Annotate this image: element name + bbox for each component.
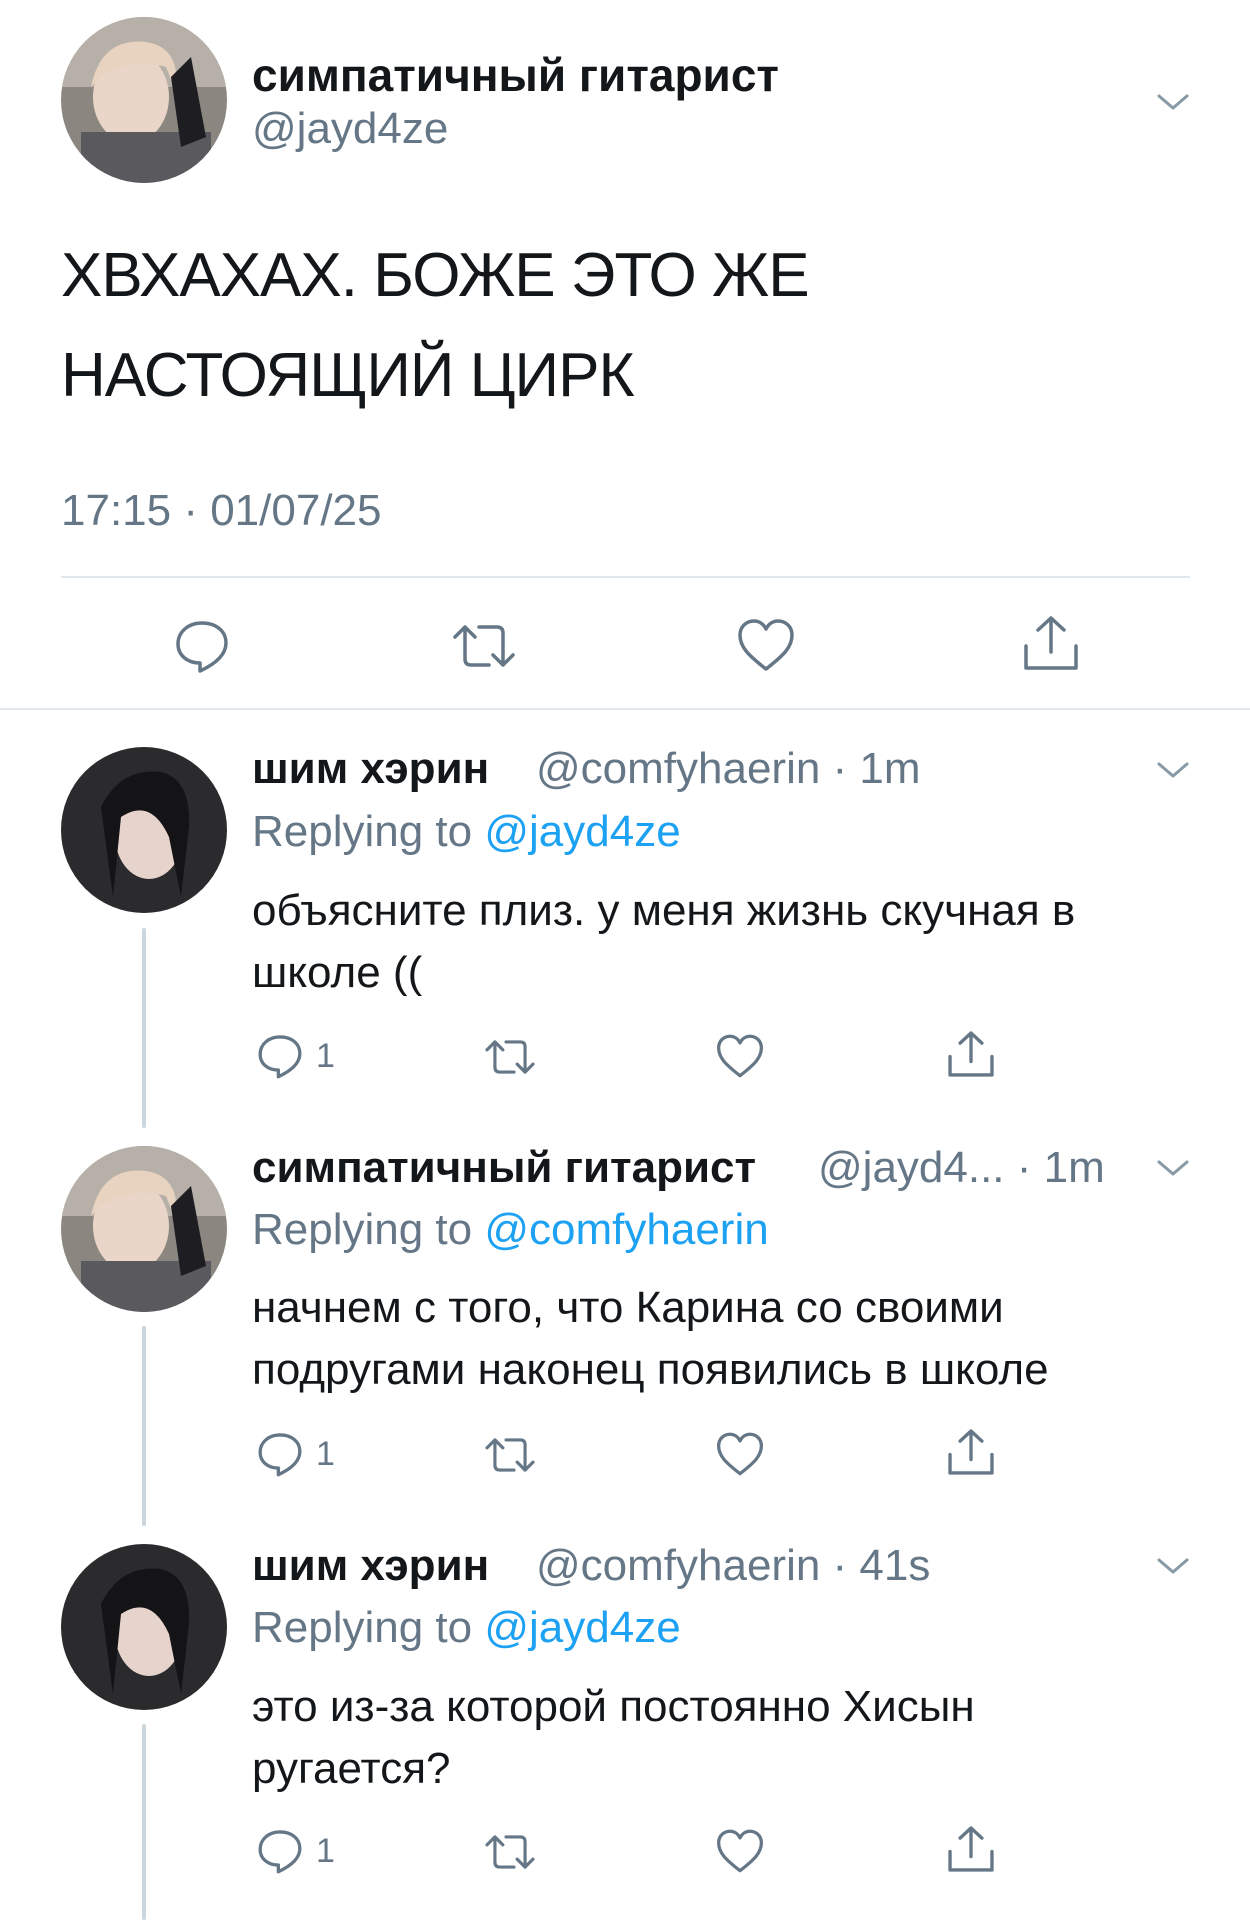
reply-1-replying-to: Replying to @jayd4ze <box>252 807 681 857</box>
reply-1-display-name[interactable]: шим хэрин <box>252 744 489 794</box>
retweet-icon[interactable] <box>451 617 517 675</box>
replying-to-label: Replying to <box>252 1603 485 1652</box>
replying-to-label: Replying to <box>252 1205 485 1254</box>
like-icon[interactable] <box>715 1033 765 1079</box>
share-icon[interactable] <box>945 1426 997 1478</box>
reply-3-reply-count: 1 <box>316 1832 335 1870</box>
section-divider <box>0 708 1250 710</box>
chevron-down-icon[interactable] <box>1153 1546 1193 1586</box>
reply-1-handle-time[interactable]: @comfyhaerin · 1m <box>536 744 921 794</box>
reply-2-text-line1: начнем с того, что Карина со своими <box>252 1283 1004 1332</box>
reply-1-text-line2: школе (( <box>252 948 423 997</box>
chevron-down-icon[interactable] <box>1153 750 1193 790</box>
reply-2-reply-count: 1 <box>316 1435 335 1473</box>
reply-2-handle-time[interactable]: @jayd4... · 1m <box>818 1143 1105 1193</box>
reply-3-display-name[interactable]: шим хэрин <box>252 1541 489 1591</box>
reply-2-display-name[interactable]: симпатичный гитарист <box>252 1143 756 1193</box>
reply-3-text-line2: ругается? <box>252 1744 451 1793</box>
like-icon[interactable] <box>736 617 796 673</box>
reply-3-replying-to: Replying to @jayd4ze <box>252 1603 681 1653</box>
reply-icon[interactable] <box>173 617 231 675</box>
chevron-down-icon[interactable] <box>1153 82 1193 122</box>
avatar-reply-2[interactable] <box>61 1146 227 1312</box>
main-handle[interactable]: @jayd4ze <box>252 104 448 154</box>
avatar-main[interactable] <box>61 17 227 183</box>
reply-1-text-line1: объясните плиз. у меня жизнь скучная в <box>252 886 1076 935</box>
thread-line <box>142 928 146 1128</box>
replying-to-handle[interactable]: @jayd4ze <box>484 1603 680 1652</box>
replying-to-handle[interactable]: @comfyhaerin <box>484 1205 768 1254</box>
like-icon[interactable] <box>715 1431 765 1477</box>
main-tweet-text-line1: ХВХАХАХ. БОЖЕ ЭТО ЖЕ <box>61 241 810 310</box>
retweet-icon[interactable] <box>483 1034 537 1080</box>
reply-3-text-line1: это из-за которой постоянно Хисын <box>252 1682 975 1731</box>
retweet-icon[interactable] <box>483 1829 537 1875</box>
replying-to-label: Replying to <box>252 807 485 856</box>
thread-line <box>142 1724 146 1920</box>
main-display-name[interactable]: симпатичный гитарист <box>252 48 779 102</box>
share-icon[interactable] <box>945 1823 997 1875</box>
like-icon[interactable] <box>715 1828 765 1874</box>
reply-3-handle-time[interactable]: @comfyhaerin · 41s <box>536 1541 930 1591</box>
share-icon[interactable] <box>945 1028 997 1080</box>
reply-icon[interactable] <box>256 1827 304 1875</box>
main-divider <box>61 576 1190 578</box>
avatar-reply-1[interactable] <box>61 747 227 913</box>
share-icon[interactable] <box>1020 612 1082 674</box>
reply-icon[interactable] <box>256 1032 304 1080</box>
reply-2-replying-to: Replying to @comfyhaerin <box>252 1205 769 1255</box>
reply-icon[interactable] <box>256 1430 304 1478</box>
main-timestamp[interactable]: 17:15 · 01/07/25 <box>61 486 381 536</box>
reply-1-reply-count: 1 <box>316 1037 335 1075</box>
replying-to-handle[interactable]: @jayd4ze <box>484 807 680 856</box>
retweet-icon[interactable] <box>483 1432 537 1478</box>
avatar-reply-3[interactable] <box>61 1544 227 1710</box>
thread-line <box>142 1326 146 1526</box>
chevron-down-icon[interactable] <box>1153 1148 1193 1188</box>
main-tweet-text-line2: НАСТОЯЩИЙ ЦИРК <box>61 341 635 410</box>
reply-2-text-line2: подругами наконец появились в школе <box>252 1345 1049 1394</box>
